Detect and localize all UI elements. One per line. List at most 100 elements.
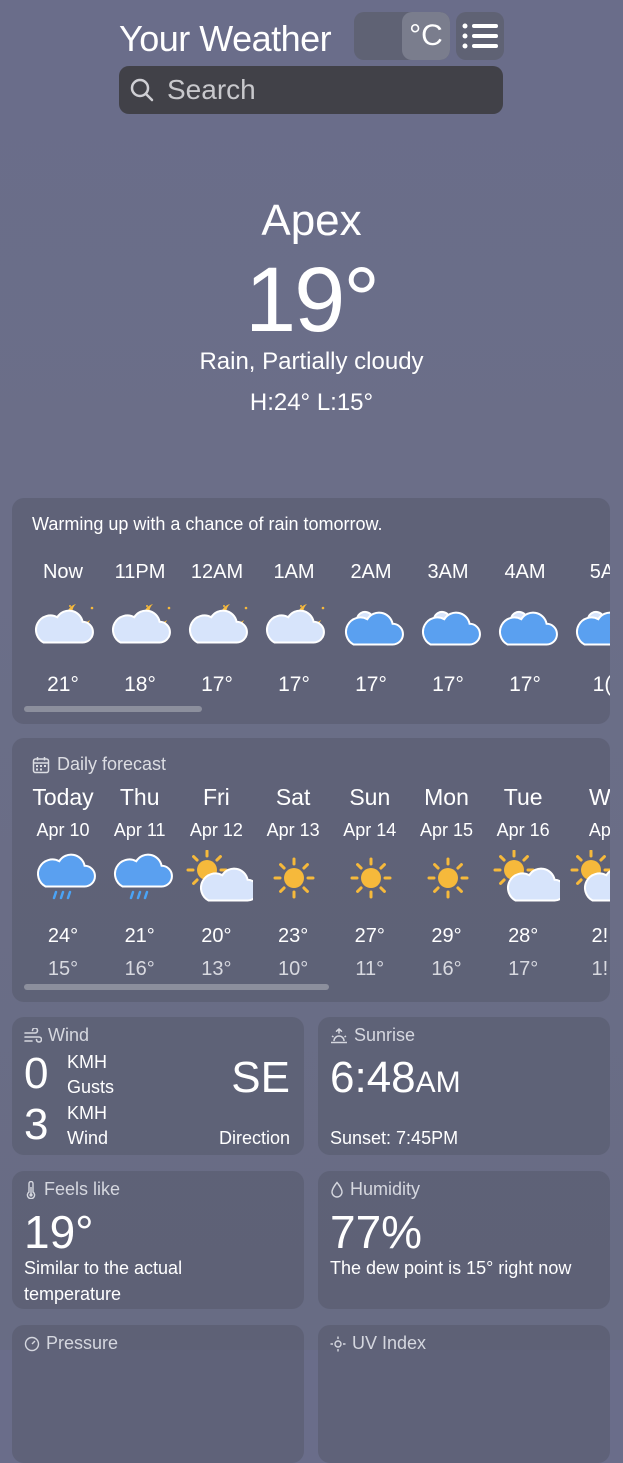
cloudy-icon xyxy=(571,600,610,659)
daily-high: 21° xyxy=(124,925,155,947)
wind-gust-unit: KMH xyxy=(67,1103,107,1123)
wind-gust-desc: Wind xyxy=(67,1128,109,1148)
sun-icon xyxy=(262,850,326,913)
unit-toggle[interactable]: °C xyxy=(354,12,450,60)
sunset-time: Sunset: 7:45PM xyxy=(330,1128,459,1148)
hourly-summary: Warming up with a chance of rain tomorro… xyxy=(32,514,383,534)
daily-day: Mon xyxy=(424,784,469,810)
daily-date: Apr 15 xyxy=(419,820,474,840)
pressure-tile: Pressure xyxy=(12,1325,304,1463)
current-temperature: 19° xyxy=(244,249,380,351)
daily-day: Today xyxy=(32,784,94,810)
unit-f-option[interactable] xyxy=(354,12,402,60)
partly-cloudy-day-icon xyxy=(569,849,610,913)
rain-icon xyxy=(109,850,173,913)
daily-high: 20° xyxy=(201,925,232,947)
wind-direction: SE xyxy=(231,1053,290,1102)
daily-low: 17° xyxy=(508,958,539,980)
partly-cloudy-day-icon xyxy=(185,849,260,913)
daily-high: 29° xyxy=(431,925,462,947)
daily-day: Tue xyxy=(503,784,543,810)
feels-like-label-text: Feels like xyxy=(44,1179,121,1199)
calendar-icon xyxy=(32,756,50,773)
sunrise-tile: Sunrise 6:48AM Sunset: 7:45PM xyxy=(318,1017,610,1155)
daily-high: 27° xyxy=(354,925,385,947)
current-condition: Rain, Partially cloudy xyxy=(199,348,424,375)
daily-high: 28° xyxy=(508,925,539,947)
pressure-label-text: Pressure xyxy=(46,1333,119,1353)
hourly-temp: 21° xyxy=(47,673,79,696)
feels-like-value: 19° xyxy=(24,1206,94,1258)
menu-button[interactable] xyxy=(456,12,504,60)
daily-date: Apr 12 xyxy=(189,820,243,840)
daily-date: Apr 11 xyxy=(113,820,166,840)
humidity-label: Humidity xyxy=(330,1179,420,1200)
daily-forecast-card[interactable]: Daily forecast Today Apr 10 24° 15° Thu A… xyxy=(12,738,610,1002)
sunrise-icon xyxy=(331,1027,347,1043)
hourly-temp: 17° xyxy=(201,673,233,696)
daily-high: 2! xyxy=(591,925,609,947)
wind-speed-value: 0 xyxy=(24,1049,49,1098)
humidity-desc: The dew point is 15° right now xyxy=(330,1258,572,1278)
daily-day: Fri xyxy=(202,784,230,810)
daily-low: 11° xyxy=(355,958,385,980)
hourly-temp: 1( xyxy=(592,673,610,696)
sunrise-label-text: Sunrise xyxy=(354,1025,416,1045)
sunrise-time-value: 6:48 xyxy=(330,1053,416,1102)
wind-direction-label: Direction xyxy=(218,1128,290,1148)
unit-c-option[interactable]: °C xyxy=(402,12,450,60)
daily-scrollbar[interactable] xyxy=(24,984,329,990)
pressure-label: Pressure xyxy=(24,1333,118,1354)
sunrise-ampm: AM xyxy=(415,1066,461,1099)
daily-low: 16° xyxy=(431,958,462,980)
wind-icon xyxy=(24,1027,42,1043)
hourly-scrollbar[interactable] xyxy=(24,706,202,712)
daily-high: 24° xyxy=(47,925,79,947)
partly-cloudy-night-icon xyxy=(186,600,250,659)
daily-day: Sat xyxy=(275,784,311,810)
uv-label: UV Index xyxy=(330,1333,426,1354)
daily-low: 1! xyxy=(591,958,609,980)
daily-low: 10° xyxy=(277,958,309,980)
hourly-time: 12AM xyxy=(190,561,244,583)
sun-outline-icon xyxy=(330,1336,346,1351)
wind-gust-value: 3 xyxy=(24,1100,49,1149)
daily-high: 23° xyxy=(277,925,309,947)
hourly-temp: 17° xyxy=(509,673,541,696)
sun-icon xyxy=(339,850,403,913)
daily-heading: Daily forecast xyxy=(32,754,166,775)
hourly-time: 2AM xyxy=(350,561,392,583)
humidity-value: 77% xyxy=(330,1206,423,1258)
hourly-temp: 18° xyxy=(124,673,156,696)
sunrise-label: Sunrise xyxy=(330,1025,415,1046)
search-icon xyxy=(130,78,154,102)
hourly-time: Now xyxy=(42,561,83,583)
daily-day: Thu xyxy=(119,784,160,810)
sun-icon xyxy=(416,850,480,913)
daily-date: Apr 16 xyxy=(496,820,550,840)
wind-label-text: Wind xyxy=(48,1025,90,1045)
hourly-time: 4AM xyxy=(504,561,546,583)
partly-cloudy-night-icon xyxy=(109,600,173,659)
daily-heading-label: Daily forecast xyxy=(57,754,167,774)
cloudy-icon xyxy=(417,600,481,659)
cloudy-icon xyxy=(494,600,558,659)
humidity-label-text: Humidity xyxy=(350,1179,421,1199)
hourly-time: 1AM xyxy=(273,561,315,583)
hourly-time: 5A xyxy=(589,561,610,583)
daily-day: Sun xyxy=(349,784,391,810)
wind-label: Wind xyxy=(24,1025,89,1046)
hourly-forecast-card[interactable]: Warming up with a chance of rain tomorro… xyxy=(12,498,610,724)
sunrise-time: 6:48AM xyxy=(330,1053,461,1103)
search-input[interactable] xyxy=(165,73,489,107)
uv-tile: UV Index xyxy=(318,1325,610,1463)
rain-icon xyxy=(32,850,96,913)
hourly-time: 11PM xyxy=(114,561,166,583)
cloudy-icon xyxy=(340,600,404,659)
search-bar[interactable] xyxy=(119,66,503,114)
thermometer-icon xyxy=(26,1180,36,1199)
high-low: H:24° L:15° xyxy=(249,389,374,416)
hourly-temp: 17° xyxy=(432,673,464,696)
hourly-time: 3AM xyxy=(427,561,469,583)
daily-low: 15° xyxy=(47,958,79,980)
